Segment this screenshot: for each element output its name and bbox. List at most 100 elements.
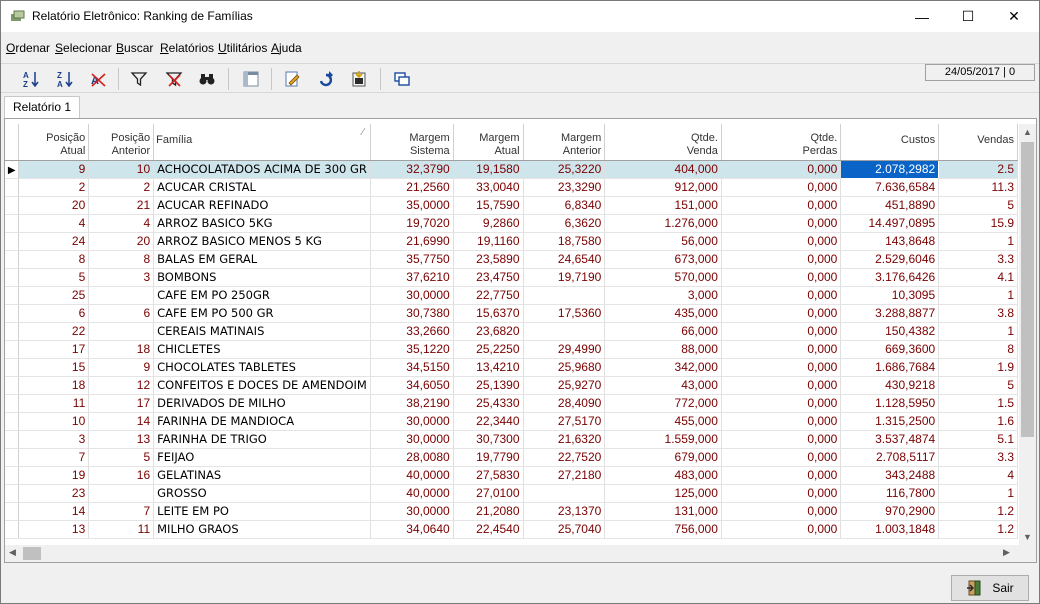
cell-posicao-atual[interactable]: 6 xyxy=(18,304,90,323)
row-indicator[interactable] xyxy=(5,358,20,377)
col-qtde-perdas[interactable]: Qtde. Perdas xyxy=(721,124,842,161)
cell-vendas[interactable]: 5 xyxy=(938,376,1018,395)
cell-margem-sistema[interactable]: 34,6050 xyxy=(370,376,454,395)
cell-custos[interactable]: 143,8648 xyxy=(840,232,940,251)
cell-vendas[interactable]: 1.6 xyxy=(938,412,1018,431)
sair-button[interactable]: Sair xyxy=(951,575,1029,601)
cell-vendas[interactable]: 1.2 xyxy=(938,520,1018,539)
cell-margem-sistema[interactable]: 34,0640 xyxy=(370,520,454,539)
cell-vendas[interactable]: 4 xyxy=(938,466,1018,485)
cell-qtde-perdas[interactable]: 0,000 xyxy=(721,250,842,269)
scroll-left-icon[interactable]: ◀ xyxy=(9,547,16,558)
cell-qtde-venda[interactable]: 88,000 xyxy=(604,340,722,359)
cell-posicao-anterior[interactable]: 5 xyxy=(88,448,155,467)
cell-posicao-anterior[interactable]: 13 xyxy=(88,430,155,449)
cell-custos[interactable]: 970,2900 xyxy=(840,502,940,521)
table-row[interactable]: 19 16 GELATINAS 40,0000 27,5830 27,2180 483,00… xyxy=(5,466,1018,485)
cell-vendas[interactable]: 5 xyxy=(938,196,1018,215)
clear-filter-button[interactable] xyxy=(163,68,185,90)
table-row[interactable]: 13 11 MILHO GRAOS 34,0640 22,4540 25,7040 756,… xyxy=(5,520,1018,539)
row-indicator[interactable] xyxy=(5,196,20,215)
cell-qtde-perdas[interactable]: 0,000 xyxy=(721,520,842,539)
cell-custos[interactable]: 3.176,6426 xyxy=(840,268,940,287)
row-indicator[interactable] xyxy=(5,448,20,467)
col-posicao-anterior[interactable]: Posição Anterior xyxy=(88,124,155,161)
cell-posicao-atual[interactable]: 10 xyxy=(18,412,90,431)
cell-margem-sistema[interactable]: 34,5150 xyxy=(370,358,454,377)
menu-relatorios[interactable]: Relatórios xyxy=(160,41,214,55)
cell-margem-anterior[interactable]: 19,7190 xyxy=(523,268,606,287)
table-row[interactable]: 20 21 ACUCAR REFINADO 35,0000 15,7590 6,8340 1… xyxy=(5,196,1018,215)
cell-posicao-anterior[interactable]: 14 xyxy=(88,412,155,431)
cell-familia[interactable]: ACUCAR REFINADO xyxy=(153,196,371,215)
row-indicator[interactable] xyxy=(5,178,20,197)
cell-custos[interactable]: 451,8890 xyxy=(840,196,940,215)
horizontal-scroll-thumb[interactable] xyxy=(23,547,41,560)
cell-margem-anterior[interactable]: 6,3620 xyxy=(523,214,606,233)
cell-custos[interactable]: 343,2488 xyxy=(840,466,940,485)
cell-custos[interactable]: 2.078,2982 xyxy=(840,159,940,179)
cell-qtde-venda[interactable]: 756,000 xyxy=(604,520,722,539)
tab-relatorio-1[interactable]: Relatório 1 xyxy=(4,96,81,118)
cell-vendas[interactable]: 1 xyxy=(938,286,1018,305)
cell-qtde-venda[interactable]: 912,000 xyxy=(604,178,722,197)
refresh-button[interactable] xyxy=(315,68,337,90)
cell-posicao-anterior[interactable]: 12 xyxy=(88,376,155,395)
cell-margem-atual[interactable]: 9,2860 xyxy=(453,214,524,233)
col-familia[interactable]: Família ∕ xyxy=(153,124,371,161)
cell-familia[interactable]: CAFE EM PO 500 GR xyxy=(153,304,371,323)
cell-custos[interactable]: 3.537,4874 xyxy=(840,430,940,449)
cell-familia[interactable]: FARINHA DE TRIGO xyxy=(153,430,371,449)
cell-margem-atual[interactable]: 13,4210 xyxy=(453,358,524,377)
cell-familia[interactable]: BOMBONS xyxy=(153,268,371,287)
cell-custos[interactable]: 7.636,6584 xyxy=(840,178,940,197)
cell-posicao-atual[interactable]: 2 xyxy=(18,178,90,197)
cell-vendas[interactable]: 1.9 xyxy=(938,358,1018,377)
cell-margem-atual[interactable]: 22,7750 xyxy=(453,286,524,305)
cell-custos[interactable]: 2.529,6046 xyxy=(840,250,940,269)
cell-custos[interactable]: 10,3095 xyxy=(840,286,940,305)
cell-qtde-perdas[interactable]: 0,000 xyxy=(721,232,842,251)
filter-button[interactable] xyxy=(128,68,150,90)
cell-qtde-perdas[interactable]: 0,000 xyxy=(721,466,842,485)
cell-qtde-venda[interactable]: 151,000 xyxy=(604,196,722,215)
cell-custos[interactable]: 2.708,5117 xyxy=(840,448,940,467)
cell-familia[interactable]: CEREAIS MATINAIS xyxy=(153,322,371,341)
cell-qtde-perdas[interactable]: 0,000 xyxy=(721,160,842,179)
col-margem-sistema[interactable]: Margem Sistema xyxy=(370,124,454,161)
cell-posicao-atual[interactable]: 24 xyxy=(18,232,90,251)
cell-qtde-perdas[interactable]: 0,000 xyxy=(721,340,842,359)
cell-posicao-anterior[interactable]: 7 xyxy=(88,502,155,521)
cell-qtde-perdas[interactable]: 0,000 xyxy=(721,268,842,287)
cell-posicao-anterior[interactable]: 21 xyxy=(88,196,155,215)
cell-vendas[interactable]: 4.1 xyxy=(938,268,1018,287)
cell-margem-atual[interactable]: 25,2250 xyxy=(453,340,524,359)
vertical-scroll-thumb[interactable] xyxy=(1021,142,1034,437)
cell-margem-atual[interactable]: 15,7590 xyxy=(453,196,524,215)
cell-vendas[interactable]: 2.5 xyxy=(938,160,1018,179)
row-indicator[interactable] xyxy=(5,502,20,521)
cell-custos[interactable]: 1.315,2500 xyxy=(840,412,940,431)
cell-margem-anterior[interactable] xyxy=(523,322,606,341)
table-row[interactable]: 24 20 ARROZ BASICO MENOS 5 KG 21,6990 19,116… xyxy=(5,232,1018,251)
row-indicator[interactable]: ▶ xyxy=(5,160,20,179)
cell-margem-sistema[interactable]: 30,0000 xyxy=(370,286,454,305)
cell-familia[interactable]: ACUCAR CRISTAL xyxy=(153,178,371,197)
cell-posicao-atual[interactable]: 14 xyxy=(18,502,90,521)
cell-qtde-perdas[interactable]: 0,000 xyxy=(721,448,842,467)
cell-posicao-atual[interactable]: 7 xyxy=(18,448,90,467)
cell-margem-sistema[interactable]: 21,6990 xyxy=(370,232,454,251)
edit-button[interactable] xyxy=(281,68,303,90)
table-row[interactable]: 8 8 BALAS EM GERAL 35,7750 23,5890 24,6540 673… xyxy=(5,250,1018,269)
cell-vendas[interactable]: 15.9 xyxy=(938,214,1018,233)
cell-vendas[interactable]: 8 xyxy=(938,340,1018,359)
cell-margem-atual[interactable]: 30,7300 xyxy=(453,430,524,449)
cell-qtde-perdas[interactable]: 0,000 xyxy=(721,484,842,503)
cell-posicao-anterior[interactable]: 9 xyxy=(88,358,155,377)
cell-posicao-anterior[interactable]: 4 xyxy=(88,214,155,233)
cell-familia[interactable]: CAFE EM PO 250GR xyxy=(153,286,371,305)
cell-margem-anterior[interactable]: 22,7520 xyxy=(523,448,606,467)
cell-posicao-atual[interactable]: 20 xyxy=(18,196,90,215)
table-row[interactable]: 7 5 FEIJAO 28,0080 19,7790 22,7520 679,000 0,00… xyxy=(5,448,1018,467)
cell-familia[interactable]: BALAS EM GERAL xyxy=(153,250,371,269)
